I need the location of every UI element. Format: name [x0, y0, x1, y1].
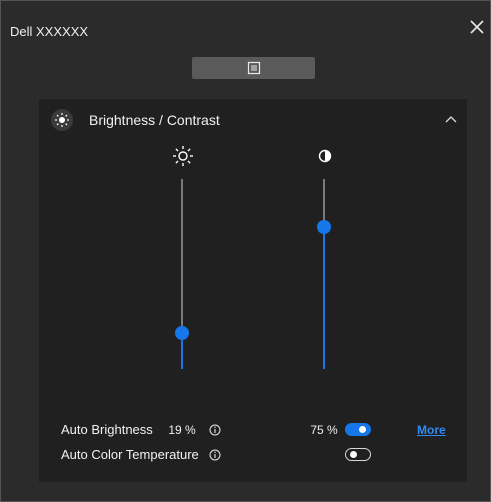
app-title: Dell XXXXXX: [10, 24, 89, 39]
app-window: Dell XXXXXX Brightness / Contrast 19 % 7…: [0, 0, 491, 502]
contrast-slider-fill: [323, 226, 325, 369]
contrast-icon: [318, 149, 332, 163]
panel-header[interactable]: Brightness / Contrast: [39, 99, 467, 139]
brightness-icon: [51, 109, 73, 131]
info-icon[interactable]: [209, 424, 221, 436]
auto-brightness-label: Auto Brightness: [61, 422, 153, 437]
brightness-contrast-panel: Brightness / Contrast 19 % 75 % Auto Bri…: [39, 99, 467, 482]
menu-list-icon: [247, 61, 260, 75]
auto-color-temp-toggle[interactable]: [345, 448, 371, 461]
sun-icon: [173, 146, 193, 166]
contrast-slider-thumb[interactable]: [317, 219, 331, 234]
info-icon[interactable]: [209, 449, 221, 461]
close-icon[interactable]: [467, 17, 487, 37]
brightness-slider[interactable]: [175, 179, 189, 369]
toggle-knob: [350, 450, 357, 458]
chevron-up-icon[interactable]: [444, 114, 458, 124]
panel-title: Brightness / Contrast: [89, 112, 220, 128]
toggle-knob: [359, 426, 366, 433]
auto-color-temp-label: Auto Color Temperature: [61, 447, 199, 462]
auto-brightness-toggle[interactable]: [345, 423, 371, 436]
more-link[interactable]: More: [417, 423, 446, 437]
contrast-slider[interactable]: [317, 179, 331, 369]
brightness-slider-thumb[interactable]: [175, 325, 189, 340]
menu-tab-button[interactable]: [192, 57, 315, 79]
brightness-value: 19 %: [168, 423, 196, 437]
